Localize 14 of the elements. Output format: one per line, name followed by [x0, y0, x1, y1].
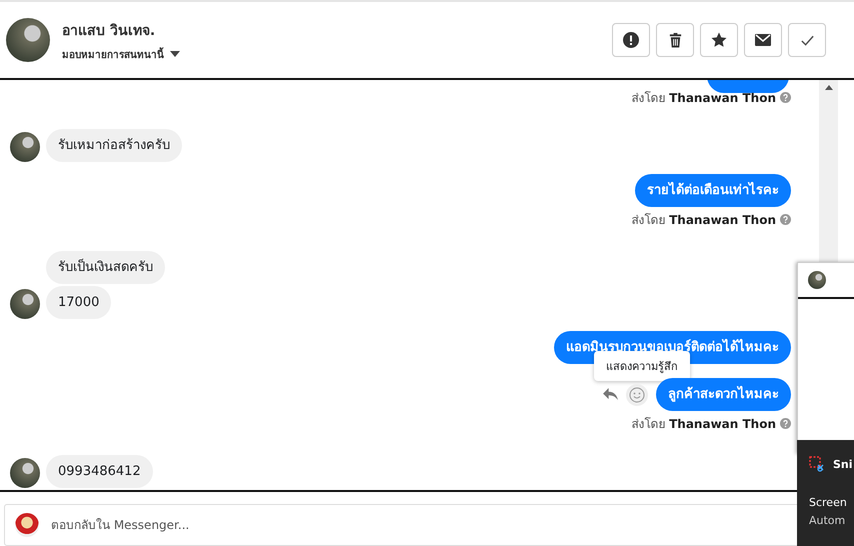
sender-label: ส่งโดย Thanawan Thon [631, 90, 776, 107]
sender-label: ส่งโดย Thanawan Thon [631, 416, 776, 433]
notification-title: Screen [809, 495, 848, 511]
tooltip: แสดงความรู้สึก [594, 351, 690, 381]
notification-text: Autom [809, 513, 846, 529]
notification-app: Sni [833, 458, 853, 470]
message-bubble: ลูกค้าสะดวกไหมคะ [656, 378, 791, 411]
message-bubble: รับเป็นเงินสดครับ [46, 251, 165, 284]
message-bubble: รับเหมาก่อสร้างครับ [46, 129, 182, 162]
message-bubble: 17000 [46, 286, 112, 319]
message-bubble: 0993486412 [46, 455, 153, 488]
contact-name: อาแสบ วินเทจ. [62, 22, 156, 40]
sender-label: ส่งโดย Thanawan Thon [631, 212, 776, 229]
message-bubble: รายได้ต่อเดือนเท่าไรคะ [635, 174, 791, 207]
